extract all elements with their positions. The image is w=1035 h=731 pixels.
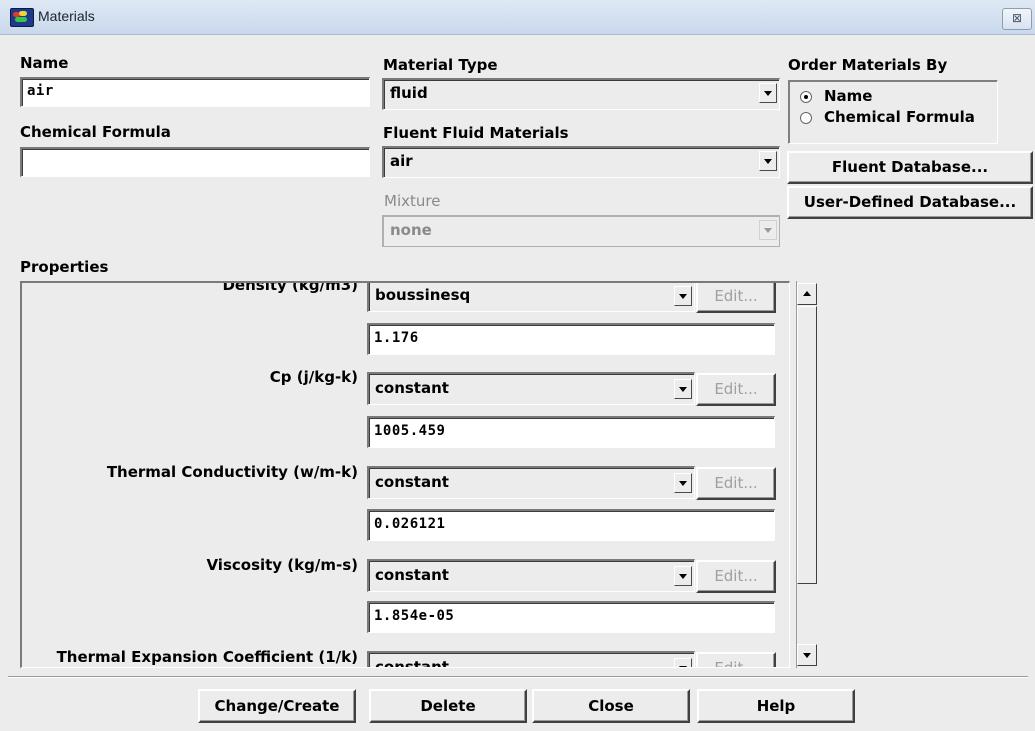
property-edit-button: Edit... xyxy=(696,283,776,313)
chevron-down-icon[interactable] xyxy=(759,83,777,103)
property-method-select[interactable]: constant xyxy=(367,651,695,668)
name-label: Name xyxy=(20,54,69,72)
change-create-button[interactable]: Change/Create xyxy=(198,689,356,723)
chevron-down-icon[interactable] xyxy=(759,151,777,171)
mixture-label: Mixture xyxy=(384,192,441,210)
order-by-formula-radio[interactable] xyxy=(800,112,812,124)
property-method-value: constant xyxy=(375,473,449,491)
property-edit-button: Edit... xyxy=(696,373,776,406)
window-title: Materials xyxy=(38,8,95,24)
property-edit-button: Edit... xyxy=(696,467,776,500)
property-method-value: constant xyxy=(375,379,449,397)
order-by-name-label[interactable]: Name xyxy=(824,87,872,105)
name-field[interactable]: air xyxy=(20,77,370,107)
property-method-value: constant xyxy=(375,658,449,668)
property-label: Density (kg/m3) xyxy=(222,281,358,294)
chevron-down-icon[interactable] xyxy=(674,658,692,667)
chevron-down-icon[interactable] xyxy=(674,566,692,586)
delete-button[interactable]: Delete xyxy=(369,689,527,723)
property-method-value: constant xyxy=(375,566,449,584)
order-by-label: Order Materials By xyxy=(788,56,948,74)
property-value-field[interactable]: 1005.459 xyxy=(367,416,775,448)
property-method-select[interactable]: constant xyxy=(367,559,695,592)
property-edit-button: Edit... xyxy=(696,652,776,667)
property-value-field[interactable]: 0.026121 xyxy=(367,509,775,541)
fluent-database-button[interactable]: Fluent Database... xyxy=(787,151,1033,184)
material-type-value: fluid xyxy=(390,84,428,102)
chevron-down-icon[interactable] xyxy=(674,379,692,399)
fluent-fluid-materials-label: Fluent Fluid Materials xyxy=(383,124,569,142)
mixture-value: none xyxy=(390,221,432,239)
properties-panel: Density (kg/m3) boussinesq Edit... 1.176… xyxy=(20,281,790,668)
property-method-select[interactable]: constant xyxy=(367,466,695,499)
property-edit-button: Edit... xyxy=(696,560,776,593)
chevron-down-icon[interactable] xyxy=(674,286,692,306)
fluent-app-icon xyxy=(10,8,34,27)
mixture-select: none xyxy=(382,215,780,247)
separator xyxy=(8,676,1028,678)
help-button[interactable]: Help xyxy=(697,689,855,723)
title-bar xyxy=(0,0,1035,35)
fluent-fluid-materials-select[interactable]: air xyxy=(382,146,780,178)
property-label: Viscosity (kg/m-s) xyxy=(206,556,358,574)
close-icon[interactable]: ⊠ xyxy=(1002,8,1032,30)
chevron-down-icon[interactable] xyxy=(674,473,692,493)
order-by-formula-label[interactable]: Chemical Formula xyxy=(824,108,975,126)
material-type-select[interactable]: fluid xyxy=(382,78,780,110)
property-label: Thermal Expansion Coefficient (1/k) xyxy=(56,648,358,666)
chevron-down-icon xyxy=(759,220,777,240)
material-type-label: Material Type xyxy=(383,56,498,74)
property-method-select[interactable]: constant xyxy=(367,372,695,405)
order-by-name-radio[interactable] xyxy=(800,91,812,103)
property-value-field[interactable]: 1.176 xyxy=(367,323,775,355)
property-method-select[interactable]: boussinesq xyxy=(367,283,695,312)
properties-label: Properties xyxy=(20,258,109,276)
scroll-up-icon[interactable] xyxy=(797,283,817,305)
property-value-field[interactable]: 1.854e-05 xyxy=(367,601,775,633)
property-label: Cp (j/kg-k) xyxy=(269,368,358,386)
scroll-down-icon[interactable] xyxy=(797,644,817,666)
close-button[interactable]: Close xyxy=(532,689,690,723)
chemical-formula-label: Chemical Formula xyxy=(20,123,171,141)
property-label: Thermal Conductivity (w/m-k) xyxy=(106,463,358,481)
user-defined-database-button[interactable]: User-Defined Database... xyxy=(787,186,1033,219)
property-method-value: boussinesq xyxy=(375,286,471,304)
chemical-formula-field[interactable] xyxy=(20,147,370,177)
scrollbar-thumb[interactable] xyxy=(797,306,817,584)
fluent-fluid-materials-value: air xyxy=(390,152,413,170)
